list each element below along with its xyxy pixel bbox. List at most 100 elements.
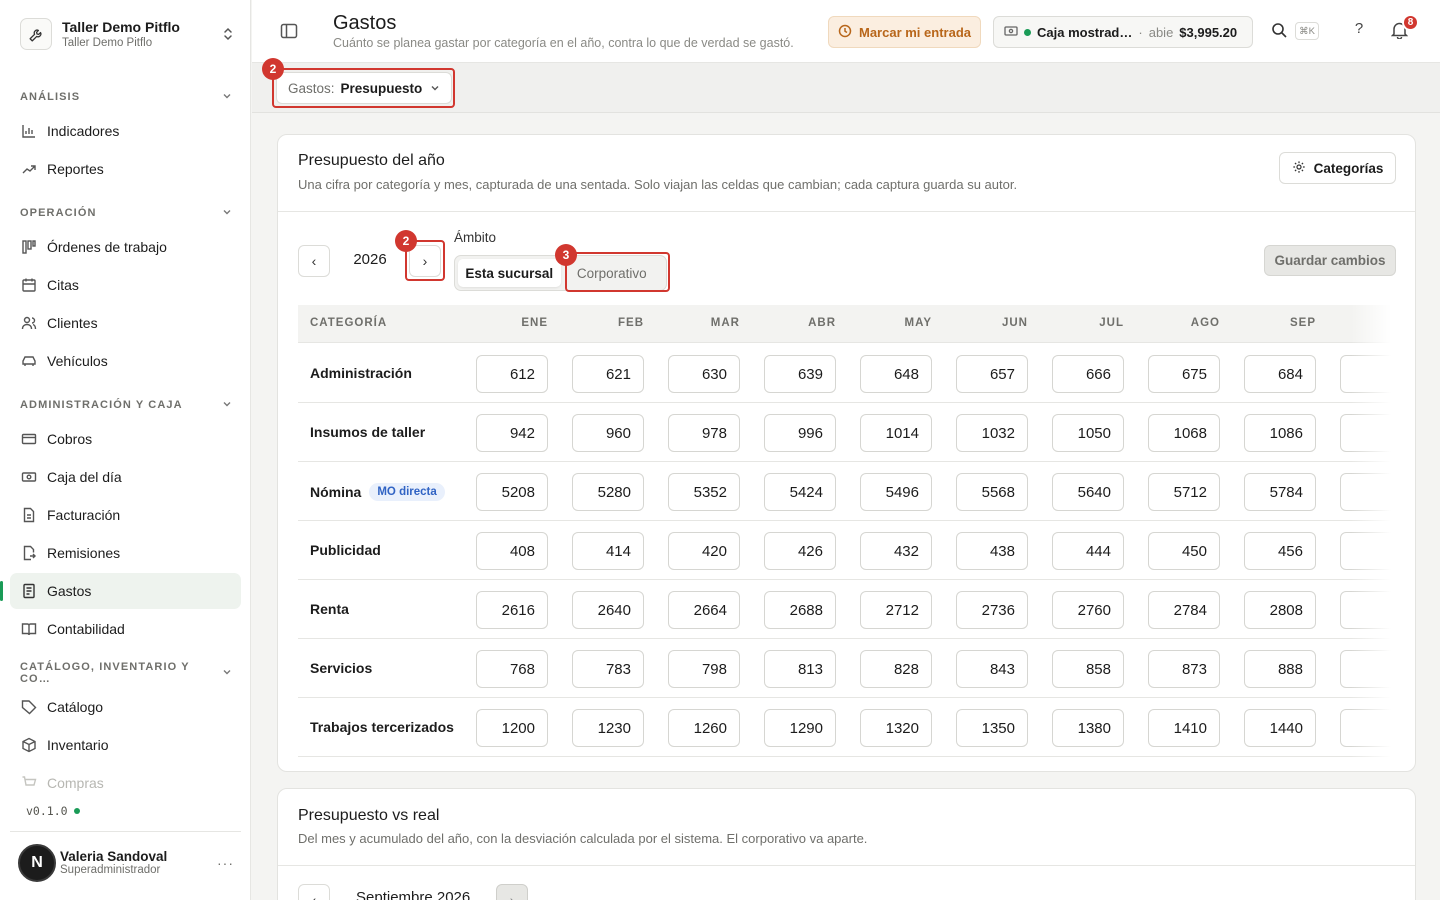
save-button[interactable]: Guardar cambios — [1264, 245, 1396, 276]
budget-cell-input[interactable]: 1380 — [1052, 709, 1124, 747]
budget-cell-input[interactable]: 648 — [860, 355, 932, 393]
budget-cell-input[interactable]: 450 — [1148, 532, 1220, 570]
budget-cell-input[interactable]: 2760 — [1052, 591, 1124, 629]
budget-cell-input[interactable]: 630 — [668, 355, 740, 393]
budget-cell-input[interactable]: 2640 — [572, 591, 644, 629]
budget-cell-input[interactable]: 456 — [1244, 532, 1316, 570]
budget-cell-input[interactable]: 978 — [668, 414, 740, 452]
budget-cell-input[interactable]: 426 — [764, 532, 836, 570]
budget-cell-input[interactable]: 768 — [476, 650, 548, 688]
budget-cell-input[interactable]: 1014 — [860, 414, 932, 452]
budget-cell-input[interactable]: 798 — [668, 650, 740, 688]
budget-cell-input[interactable]: 843 — [956, 650, 1028, 688]
section-analisis[interactable]: ANÁLISIS — [20, 89, 232, 105]
budget-cell-input[interactable]: 432 — [860, 532, 932, 570]
categories-button[interactable]: Categorías — [1279, 152, 1396, 184]
budget-cell-input[interactable]: 5640 — [1052, 473, 1124, 511]
sidebar-item-inventario[interactable]: Inventario — [10, 727, 241, 763]
budget-cell-input[interactable]: 684 — [1244, 355, 1316, 393]
budget-cell-input[interactable]: 5352 — [668, 473, 740, 511]
budget-cell-input[interactable]: 960 — [572, 414, 644, 452]
budget-cell-input[interactable]: 858 — [1052, 650, 1124, 688]
budget-cell-input[interactable]: 1320 — [860, 709, 932, 747]
budget-cell-input[interactable]: 1410 — [1148, 709, 1220, 747]
budget-cell-input[interactable]: 2736 — [956, 591, 1028, 629]
budget-cell-input[interactable]: 414 — [572, 532, 644, 570]
workspace-switcher[interactable]: Taller Demo Pitflo Taller Demo Pitflo — [20, 16, 236, 52]
budget-cell-input[interactable]: 996 — [764, 414, 836, 452]
section-catalogo[interactable]: CATÁLOGO, INVENTARIO Y CO… — [20, 661, 232, 685]
budget-cell-input[interactable]: 666 — [1052, 355, 1124, 393]
budget-cell-input[interactable]: 438 — [956, 532, 1028, 570]
view-selector[interactable]: Gastos: Presupuesto — [276, 72, 452, 104]
budget-cell-input[interactable]: 1440 — [1244, 709, 1316, 747]
budget-cell-input[interactable]: 2688 — [764, 591, 836, 629]
versus-card: Presupuesto vs real Del mes y acumulado … — [277, 788, 1416, 900]
sidebar-item-ordenes[interactable]: Órdenes de trabajo — [10, 229, 241, 265]
budget-cell-input[interactable]: 1260 — [668, 709, 740, 747]
sidebar-item-remisiones[interactable]: Remisiones — [10, 535, 241, 571]
budget-cell-input[interactable]: 2664 — [668, 591, 740, 629]
sidebar-item-compras[interactable]: Compras — [10, 765, 241, 801]
prev-year-button[interactable]: ‹ — [298, 245, 330, 277]
section-operacion[interactable]: OPERACIÓN — [20, 205, 232, 221]
budget-cell-input[interactable]: 1290 — [764, 709, 836, 747]
sidebar-item-catalogo[interactable]: Catálogo — [10, 689, 241, 725]
budget-cell-input[interactable]: 420 — [668, 532, 740, 570]
budget-cell-input[interactable]: 5568 — [956, 473, 1028, 511]
sidebar-item-clientes[interactable]: Clientes — [10, 305, 241, 341]
budget-cell-input[interactable]: 2808 — [1244, 591, 1316, 629]
budget-cell-input[interactable]: 621 — [572, 355, 644, 393]
budget-cell-input[interactable]: 873 — [1148, 650, 1220, 688]
budget-cell-input[interactable]: 942 — [476, 414, 548, 452]
budget-cell-input[interactable]: 5784 — [1244, 473, 1316, 511]
budget-cell-input[interactable]: 5424 — [764, 473, 836, 511]
budget-cell-input[interactable]: 813 — [764, 650, 836, 688]
section-administracion[interactable]: ADMINISTRACIÓN Y CAJA — [20, 397, 232, 413]
sidebar-item-facturacion[interactable]: Facturación — [10, 497, 241, 533]
budget-cell-input[interactable]: 783 — [572, 650, 644, 688]
budget-cell-input[interactable]: 1350 — [956, 709, 1028, 747]
budget-cell-input[interactable]: 888 — [1244, 650, 1316, 688]
scope-option-corporativo[interactable]: Corporativo — [561, 259, 664, 287]
next-month-button[interactable]: › — [496, 884, 528, 900]
budget-cell-input[interactable]: 5280 — [572, 473, 644, 511]
budget-cell-input[interactable]: 5496 — [860, 473, 932, 511]
cash-register-selector[interactable]: Caja mostrad… · abie $3,995.20 — [993, 16, 1253, 48]
sidebar-item-indicadores[interactable]: Indicadores — [10, 113, 241, 149]
budget-cell-input[interactable]: 828 — [860, 650, 932, 688]
budget-cell-input[interactable]: 2712 — [860, 591, 932, 629]
budget-cell-input[interactable]: 675 — [1148, 355, 1220, 393]
budget-cell-input[interactable]: 639 — [764, 355, 836, 393]
budget-cell-input[interactable]: 1086 — [1244, 414, 1316, 452]
budget-cell-input[interactable]: 612 — [476, 355, 548, 393]
budget-cell-input[interactable]: 1068 — [1148, 414, 1220, 452]
more-icon[interactable]: ··· — [217, 855, 241, 871]
sidebar-item-contabilidad[interactable]: Contabilidad — [10, 611, 241, 647]
sidebar-item-vehiculos[interactable]: Vehículos — [10, 343, 241, 379]
budget-cell-input[interactable]: 5208 — [476, 473, 548, 511]
search-icon[interactable] — [1271, 22, 1291, 42]
budget-cell-input[interactable]: 1050 — [1052, 414, 1124, 452]
help-icon[interactable]: ? — [1349, 20, 1369, 42]
sidebar-item-citas[interactable]: Citas — [10, 267, 241, 303]
budget-cell-input[interactable]: 444 — [1052, 532, 1124, 570]
budget-cell-input[interactable]: 1032 — [956, 414, 1028, 452]
budget-cell-input[interactable]: 5712 — [1148, 473, 1220, 511]
sidebar-toggle-icon[interactable] — [280, 22, 300, 42]
budget-cell-input[interactable]: 657 — [956, 355, 1028, 393]
sidebar-item-cobros[interactable]: Cobros — [10, 421, 241, 457]
clock-in-button[interactable]: Marcar mi entrada — [828, 16, 981, 48]
budget-cell-input[interactable]: 1200 — [476, 709, 548, 747]
budget-cell-input[interactable]: 2616 — [476, 591, 548, 629]
next-year-button[interactable]: › — [409, 245, 441, 277]
scope-option-sucursal[interactable]: Esta sucursal — [458, 259, 561, 287]
budget-cell-input[interactable]: 2784 — [1148, 591, 1220, 629]
user-menu[interactable]: N Valeria Sandoval Superadministrador ··… — [10, 831, 241, 893]
prev-month-button[interactable]: ‹ — [298, 884, 330, 900]
sidebar-item-gastos[interactable]: Gastos — [0, 573, 241, 609]
sidebar-item-reportes[interactable]: Reportes — [10, 151, 241, 187]
budget-cell-input[interactable]: 408 — [476, 532, 548, 570]
sidebar-item-caja[interactable]: Caja del día — [10, 459, 241, 495]
budget-cell-input[interactable]: 1230 — [572, 709, 644, 747]
